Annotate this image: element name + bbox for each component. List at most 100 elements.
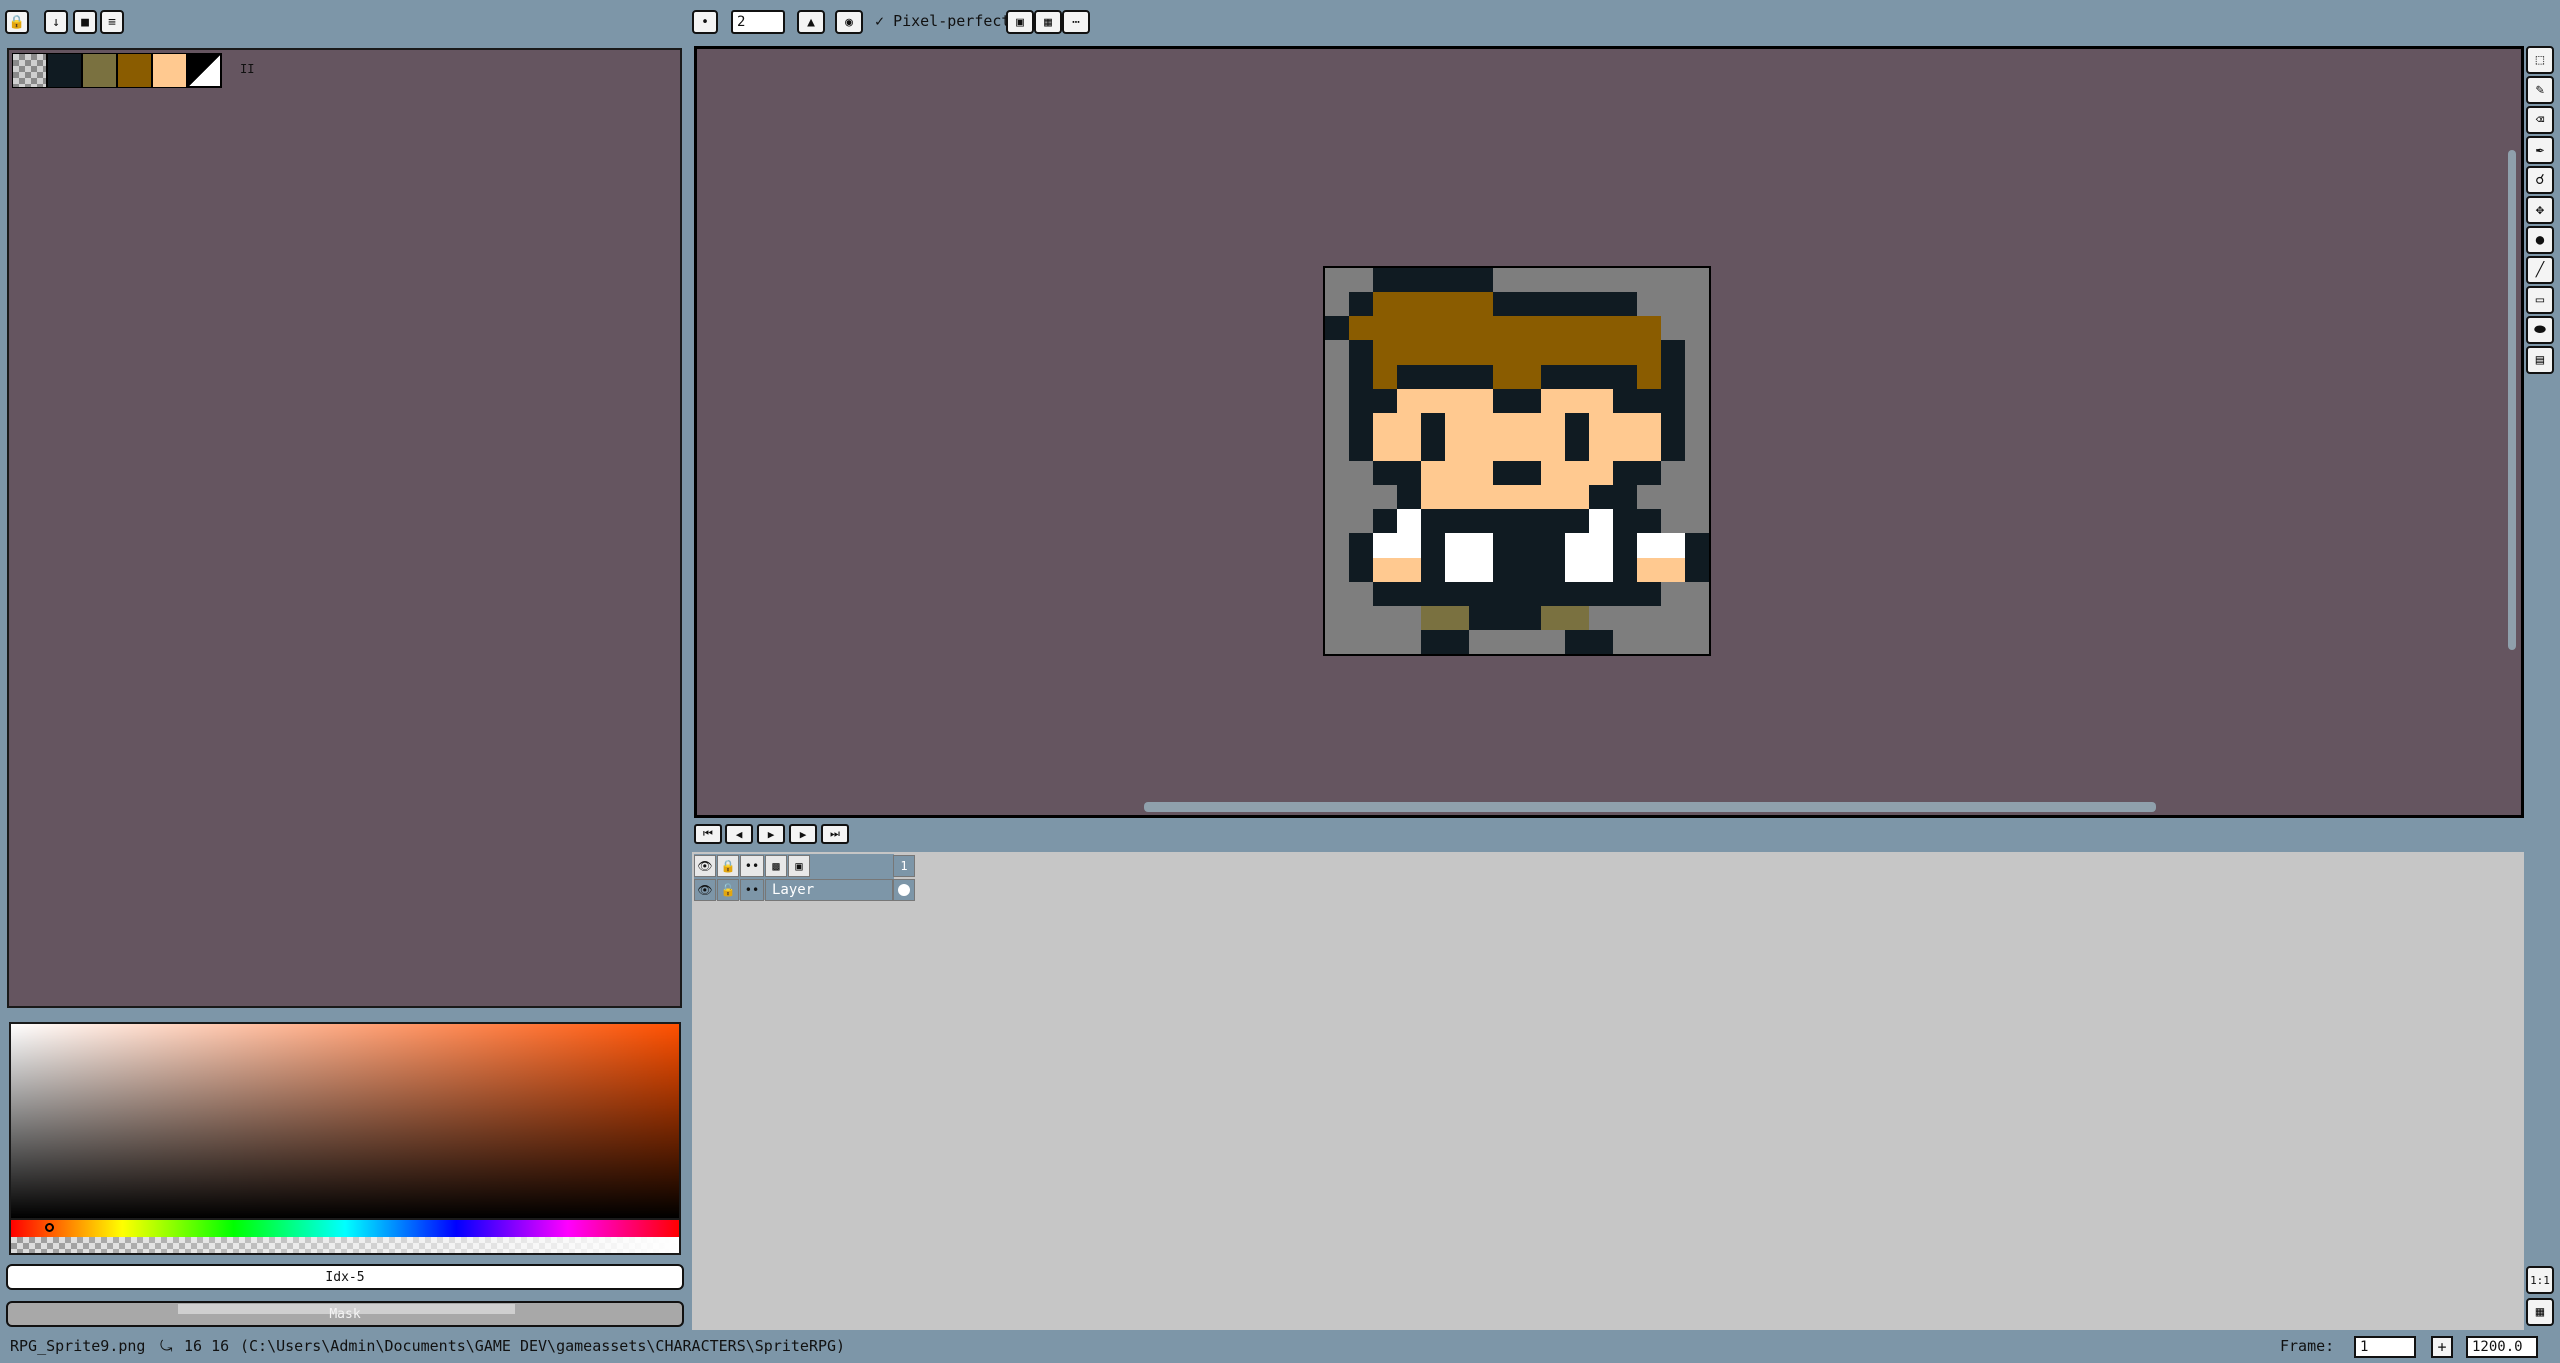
eyedropper-tool-button[interactable]: ✒ <box>2526 136 2554 164</box>
sprite-pixel <box>1685 629 1709 654</box>
sprite-pixel <box>1445 509 1469 534</box>
visibility-header[interactable]: 👁 <box>694 855 716 877</box>
sprite-pixel <box>1397 605 1421 630</box>
saturation-value-box[interactable] <box>9 1022 681 1220</box>
sprite-pixel <box>1661 533 1685 558</box>
pencil-tool-button[interactable]: ✎ <box>2526 76 2554 104</box>
sprite-pixel <box>1325 340 1349 365</box>
sprite-pixel <box>1589 629 1613 654</box>
sprite-pixel <box>1349 388 1373 413</box>
contour-tool-button[interactable]: ⬬ <box>2526 316 2554 344</box>
hue-slider[interactable] <box>9 1220 681 1237</box>
marquee-tool-button[interactable]: ⬚ <box>2526 46 2554 74</box>
sprite-pixel <box>1373 509 1397 534</box>
sprite-pixel <box>1613 412 1637 437</box>
sprite-pixel <box>1469 629 1493 654</box>
layer-name[interactable]: Layer <box>765 879 893 901</box>
blur-tool-button[interactable]: ▤ <box>2526 346 2554 374</box>
sprite-pixel <box>1397 292 1421 317</box>
arrow-down-button[interactable]: ↓ <box>44 10 68 34</box>
sprite-pixel <box>1325 557 1349 582</box>
add-frame-button[interactable]: + <box>2431 1336 2453 1358</box>
sprite-pixel <box>1565 412 1589 437</box>
sprite-pixel <box>1637 412 1661 437</box>
sprite-pixel <box>1445 364 1469 389</box>
brush-type-button[interactable]: • <box>692 10 718 34</box>
move-tool-button[interactable]: ✥ <box>2526 196 2554 224</box>
canvas-size-icon: ⤿ <box>160 1337 173 1355</box>
layer-options-header[interactable]: ▣ <box>788 855 810 877</box>
sprite-pixel <box>1421 436 1445 461</box>
status-bar: RPG_Sprite9.png ⤿ 16 16 (C:\Users\Admin\… <box>0 1332 2560 1363</box>
color-index-field[interactable]: Idx-5 <box>6 1264 684 1290</box>
eraser-tool-button[interactable]: ⌫ <box>2526 106 2554 134</box>
sprite-pixel <box>1589 340 1613 365</box>
palette-swatch[interactable] <box>152 53 187 88</box>
fg-bg-swatch[interactable] <box>187 53 222 88</box>
last-frame-button[interactable]: ⏭ <box>821 824 849 844</box>
fill-tool-button[interactable]: ● <box>2526 226 2554 254</box>
layer-lock-toggle[interactable]: 🔓 <box>717 879 739 901</box>
palette-swatch[interactable] <box>82 53 117 88</box>
palette-swatch[interactable] <box>47 53 82 88</box>
transparent-swatch[interactable] <box>12 53 47 88</box>
lock-header[interactable]: 🔒 <box>717 855 739 877</box>
continuous-header[interactable]: •• <box>740 855 764 877</box>
sprite-pixel <box>1613 557 1637 582</box>
sprite-pixel <box>1349 557 1373 582</box>
horizontal-scrollbar[interactable] <box>1144 802 2156 812</box>
timeline-panel <box>692 852 2524 1330</box>
layer-group-header[interactable]: ▩ <box>765 855 787 877</box>
ink-button[interactable]: ▲ <box>797 10 825 34</box>
lock-button[interactable]: 🔒 <box>5 10 29 34</box>
sprite-pixel <box>1469 557 1493 582</box>
rectangle-tool-button[interactable]: ▭ <box>2526 286 2554 314</box>
alpha-slider[interactable] <box>9 1237 681 1255</box>
sprite-pixel <box>1349 316 1373 341</box>
sprite-pixel <box>1469 364 1493 389</box>
actual-size-button[interactable]: 1:1 <box>2526 1266 2554 1294</box>
frame-input[interactable]: 1 <box>2354 1336 2416 1358</box>
sprite-pixel <box>1589 581 1613 606</box>
contour-button[interactable]: ◉ <box>835 10 863 34</box>
brush-size-input[interactable]: 2 <box>731 10 785 34</box>
more-icon: ⋯ <box>1072 14 1080 30</box>
palette-swatch[interactable] <box>117 53 152 88</box>
mask-button[interactable]: Mask <box>6 1301 684 1327</box>
arrow-down-icon: ↓ <box>52 14 60 30</box>
next-frame-icon: ▶ <box>799 827 807 841</box>
hue-slider-handle[interactable] <box>45 1223 54 1232</box>
layer-visibility-toggle[interactable]: 👁 <box>694 879 716 901</box>
frame-header[interactable]: 1 <box>893 855 915 877</box>
sprite-canvas[interactable] <box>1323 266 1711 656</box>
cel[interactable] <box>893 879 915 901</box>
timeline-toggle-button[interactable]: ▦ <box>2526 1298 2554 1326</box>
sprite-pixel <box>1637 364 1661 389</box>
symmetry-button[interactable]: ▣ <box>1006 10 1034 34</box>
layer-continuous-toggle[interactable]: •• <box>740 879 764 901</box>
sprite-pixel <box>1589 557 1613 582</box>
sprite-pixel <box>1685 388 1709 413</box>
play-button[interactable]: ▶ <box>757 824 785 844</box>
menu-button[interactable]: ≡ <box>100 10 124 34</box>
vertical-scrollbar[interactable] <box>2508 150 2516 650</box>
sprite-pixel <box>1421 581 1445 606</box>
sprite-pixel <box>1685 292 1709 317</box>
sprite-pixel <box>1541 388 1565 413</box>
previous-frame-button[interactable]: ◀ <box>725 824 753 844</box>
sprite-pixel <box>1661 509 1685 534</box>
square-button[interactable]: ■ <box>73 10 97 34</box>
next-frame-button[interactable]: ▶ <box>789 824 817 844</box>
sprite-pixel <box>1397 533 1421 558</box>
zoom-tool-button[interactable]: ☌ <box>2526 166 2554 194</box>
line-tool-button[interactable]: ╱ <box>2526 256 2554 284</box>
pixel-perfect-checkbox[interactable]: ✓ Pixel-perfect <box>875 12 1010 30</box>
palette-resize-handle[interactable]: II <box>240 62 254 76</box>
zoom-input[interactable]: 1200.0 <box>2466 1336 2538 1358</box>
sprite-pixel <box>1373 268 1397 293</box>
first-frame-button[interactable]: ⏮ <box>694 824 722 844</box>
sprite-pixel <box>1565 388 1589 413</box>
tiled-button[interactable]: ▦ <box>1034 10 1062 34</box>
more-options-button[interactable]: ⋯ <box>1062 10 1090 34</box>
tiled-icon: ▦ <box>1044 14 1052 30</box>
